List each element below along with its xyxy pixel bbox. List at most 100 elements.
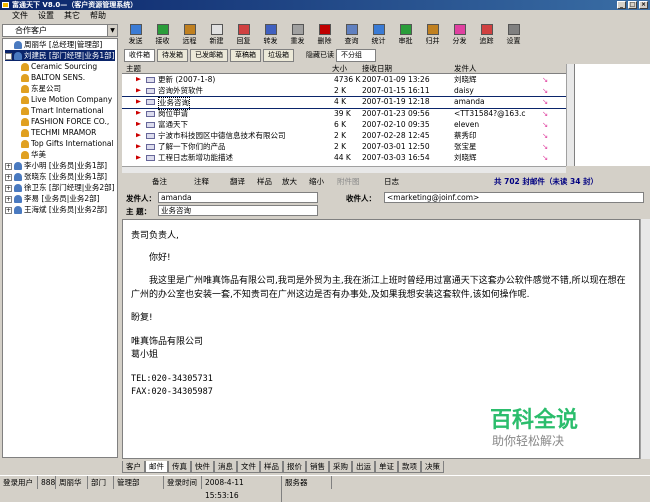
hide-read-label[interactable]: 隐藏已读 <box>306 49 334 63</box>
minimize-button[interactable]: _ <box>617 1 626 9</box>
col-sender[interactable]: 发件人 <box>454 64 477 74</box>
toolbar-button-resend[interactable]: 重发 <box>284 22 311 48</box>
expand-icon[interactable]: + <box>5 184 12 192</box>
note-button[interactable]: 注释 <box>194 175 209 189</box>
toolbar-button-receive[interactable]: 接收 <box>149 22 176 48</box>
tree-node[interactable]: - 刘建民 [部门经理|业务1部] <box>5 50 115 61</box>
menu-help[interactable]: 帮助 <box>90 10 106 22</box>
tree-node[interactable]: + 张晓东 [业务员|业务1部] <box>5 171 107 182</box>
zoom-in-button[interactable]: 放大 <box>282 175 297 189</box>
toolbar-button-remote[interactable]: 远程 <box>176 22 203 48</box>
module-tab[interactable]: 报价 <box>283 461 306 473</box>
module-tab[interactable]: 销售 <box>306 461 329 473</box>
menu-settings[interactable]: 设置 <box>38 10 54 22</box>
toolbar-button-search[interactable]: 查询 <box>338 22 365 48</box>
toolbar-button-stats[interactable]: 统计 <box>365 22 392 48</box>
email-row[interactable]: 业务咨询 4 K 2007-01-19 12:18 amanda ↘ <box>122 96 566 110</box>
tree-node[interactable]: Top Gifts International <box>21 138 114 149</box>
module-tab[interactable]: 文件 <box>237 461 260 473</box>
menu-other[interactable]: 其它 <box>64 10 80 22</box>
toolbar-button-send[interactable]: 发送 <box>122 22 149 48</box>
flag-icon[interactable] <box>136 155 141 160</box>
email-row[interactable]: 岗位申请 39 K 2007-01-23 09:56 <TT31584?@163.c ↘ <box>122 109 566 120</box>
tree-node[interactable]: 周丽华 [总经理|管理部] <box>5 39 102 50</box>
flag-icon[interactable] <box>136 88 141 93</box>
attachment-button[interactable]: 附件图 <box>337 175 360 189</box>
tree-node[interactable]: + 王海斌 [业务员|业务2部] <box>5 204 107 215</box>
tree-node[interactable]: + 李易 [业务员|业务2部] <box>5 193 100 204</box>
collapse-icon[interactable]: - <box>5 52 12 60</box>
translate-button[interactable]: 翻译 <box>230 175 245 189</box>
expand-icon[interactable]: + <box>5 195 12 203</box>
module-tab[interactable]: 传真 <box>168 461 191 473</box>
tree-node[interactable]: BALTON SENS. <box>21 72 85 83</box>
tree-node[interactable]: + 李小明 [业务员|业务1部] <box>5 160 107 171</box>
tree-node[interactable]: TECHMI MRAMOR <box>21 127 96 138</box>
module-tab[interactable]: 出运 <box>352 461 375 473</box>
module-tab[interactable]: 采购 <box>329 461 352 473</box>
flag-icon[interactable] <box>136 121 141 126</box>
tree-node[interactable]: 华美 <box>21 149 46 160</box>
list-scrollbar[interactable] <box>566 64 574 166</box>
close-button[interactable]: × <box>639 1 648 9</box>
folder-trash[interactable]: 垃圾箱 <box>263 49 294 62</box>
email-row[interactable]: 更新 (2007-1-8) 4736 K 2007-01-09 13:26 刘晓辉 ↘ <box>122 75 566 86</box>
module-tab[interactable]: 邮件 <box>145 461 168 473</box>
tree-node[interactable]: + 徐卫东 [部门经理|业务2部] <box>5 182 115 193</box>
expand-icon[interactable]: + <box>5 206 12 214</box>
expand-icon[interactable]: + <box>5 173 12 181</box>
toolbar-button-track[interactable]: 追踪 <box>473 22 500 48</box>
toolbar-button-delete[interactable]: 删除 <box>311 22 338 48</box>
flag-icon[interactable] <box>136 77 141 82</box>
maximize-button[interactable]: □ <box>628 1 637 9</box>
module-tab[interactable]: 快件 <box>191 461 214 473</box>
module-tab[interactable]: 款项 <box>398 461 421 473</box>
email-row[interactable]: 工程日志新增功能描述 44 K 2007-03-03 16:54 刘晓辉 ↘ <box>122 153 566 164</box>
folder-outbox[interactable]: 待发箱 <box>157 49 188 62</box>
toolbar-button-distribute[interactable]: 分发 <box>446 22 473 48</box>
tree-node[interactable]: FASHION FORCE CO., <box>21 116 109 127</box>
flag-icon[interactable] <box>136 110 141 115</box>
flag-icon[interactable] <box>136 133 141 138</box>
flag-icon[interactable] <box>136 99 141 104</box>
tree-node[interactable]: 东星公司 <box>21 83 61 94</box>
toolbar-button-new[interactable]: 新建 <box>203 22 230 48</box>
toolbar-button-reply[interactable]: 回复 <box>230 22 257 48</box>
chevron-down-icon[interactable]: ▼ <box>107 25 117 36</box>
flag-icon[interactable] <box>136 144 141 149</box>
list-h-scrollbar[interactable] <box>122 166 566 173</box>
to-field[interactable]: <marketing@joinf.com> <box>384 192 644 203</box>
folder-sent[interactable]: 已发邮箱 <box>190 49 228 62</box>
email-row[interactable]: 咨询外贸软件 2 K 2007-01-15 16:11 daisy ↘ <box>122 86 566 97</box>
module-tab[interactable]: 单证 <box>375 461 398 473</box>
email-row[interactable]: 了解一下你们的产品 2 K 2007-03-01 12:50 张宝星 ↘ <box>122 142 566 153</box>
zoom-out-button[interactable]: 缩小 <box>309 175 324 189</box>
log-button[interactable]: 日志 <box>384 175 399 189</box>
module-tab[interactable]: 客户 <box>122 461 145 473</box>
col-subject[interactable]: 主题 <box>126 64 141 74</box>
tree-node[interactable]: Ceramic Sourcing <box>21 61 97 72</box>
menu-file[interactable]: 文件 <box>12 10 28 22</box>
toolbar-button-settings[interactable]: 设置 <box>500 22 527 48</box>
toolbar-button-merge[interactable]: 归并 <box>419 22 446 48</box>
from-field[interactable]: amanda <box>158 192 318 203</box>
col-size[interactable]: 大小 <box>332 64 347 74</box>
email-row[interactable]: 富通天下 6 K 2007-02-10 09:35 eleven ↘ <box>122 120 566 131</box>
tree-node[interactable]: Live Motion Company <box>21 94 112 105</box>
toolbar-button-forward[interactable]: 转发 <box>257 22 284 48</box>
folder-inbox[interactable]: 收件箱 <box>124 49 155 62</box>
module-tab[interactable]: 消息 <box>214 461 237 473</box>
email-row[interactable]: 宁波市科技园区中德信息技术有限公司 2 K 2007-02-28 12:45 蔡秀印 ↘ <box>122 131 566 142</box>
body-scrollbar[interactable] <box>640 219 650 459</box>
group-select[interactable]: 不分组 <box>336 49 376 62</box>
col-date[interactable]: 接收日期 <box>362 64 392 74</box>
module-tab[interactable]: 样品 <box>260 461 283 473</box>
module-tab[interactable]: 决策 <box>421 461 444 473</box>
sample-button[interactable]: 样品 <box>257 175 272 189</box>
customer-type-select[interactable]: 合作客户 ▼ <box>2 24 118 37</box>
expand-icon[interactable]: + <box>5 162 12 170</box>
remark-button[interactable]: 备注 <box>152 175 167 189</box>
folder-drafts[interactable]: 草稿箱 <box>230 49 261 62</box>
tree-node[interactable]: Tmart International <box>21 105 104 116</box>
toolbar-button-approve[interactable]: 审批 <box>392 22 419 48</box>
